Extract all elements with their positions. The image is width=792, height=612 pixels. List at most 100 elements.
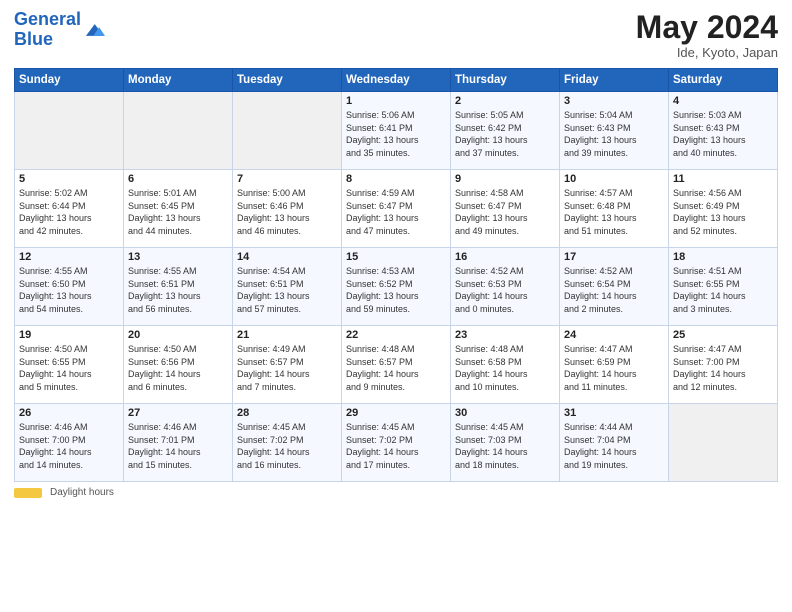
day-info: Sunrise: 4:47 AM Sunset: 7:00 PM Dayligh… [673,343,773,393]
day-number: 5 [19,173,119,185]
day-number: 14 [237,251,337,263]
calendar-week-row: 1 Sunrise: 5:06 AM Sunset: 6:41 PM Daylig… [15,92,778,170]
calendar-cell: 26 Sunrise: 4:46 AM Sunset: 7:00 PM Dayli… [15,404,124,482]
day-number: 1 [346,95,446,107]
day-number: 18 [673,251,773,263]
day-number: 17 [564,251,664,263]
calendar-cell: 19 Sunrise: 4:50 AM Sunset: 6:55 PM Dayli… [15,326,124,404]
day-info: Sunrise: 4:55 AM Sunset: 6:51 PM Dayligh… [128,265,228,315]
calendar-cell: 31 Sunrise: 4:44 AM Sunset: 7:04 PM Dayli… [560,404,669,482]
day-info: Sunrise: 4:45 AM Sunset: 7:02 PM Dayligh… [237,421,337,471]
calendar-week-row: 19 Sunrise: 4:50 AM Sunset: 6:55 PM Dayli… [15,326,778,404]
calendar-cell: 12Sunrise: 4:55 AM Sunset: 6:50 PM Dayli… [15,248,124,326]
calendar-cell [15,92,124,170]
calendar-cell: 23Sunrise: 4:48 AM Sunset: 6:58 PM Dayli… [451,326,560,404]
logo-text: GeneralBlue [14,10,81,50]
title-block: May 2024 Ide, Kyoto, Japan [636,10,778,60]
calendar-week-row: 26 Sunrise: 4:46 AM Sunset: 7:00 PM Dayli… [15,404,778,482]
day-info: Sunrise: 5:02 AM Sunset: 6:44 PM Dayligh… [19,187,119,237]
day-info: Sunrise: 4:45 AM Sunset: 7:02 PM Dayligh… [346,421,446,471]
calendar-cell: 25Sunrise: 4:47 AM Sunset: 7:00 PM Dayli… [669,326,778,404]
day-info: Sunrise: 4:57 AM Sunset: 6:48 PM Dayligh… [564,187,664,237]
day-number: 27 [128,407,228,419]
calendar-cell: 30 Sunrise: 4:45 AM Sunset: 7:03 PM Dayli… [451,404,560,482]
day-number: 11 [673,173,773,185]
daylight-label: Daylight hours [50,487,114,498]
day-number: 26 [19,407,119,419]
day-number: 13 [128,251,228,263]
calendar-cell: 14 Sunrise: 4:54 AM Sunset: 6:51 PM Dayli… [233,248,342,326]
day-info: Sunrise: 4:50 AM Sunset: 6:55 PM Dayligh… [19,343,119,393]
day-number: 8 [346,173,446,185]
day-number: 21 [237,329,337,341]
day-number: 29 [346,407,446,419]
calendar-cell: 27 Sunrise: 4:46 AM Sunset: 7:01 PM Dayli… [124,404,233,482]
day-of-week-header: Saturday [669,69,778,92]
day-number: 31 [564,407,664,419]
calendar-cell [233,92,342,170]
calendar-cell: 22 Sunrise: 4:48 AM Sunset: 6:57 PM Dayli… [342,326,451,404]
day-info: Sunrise: 5:04 AM Sunset: 6:43 PM Dayligh… [564,109,664,159]
day-info: Sunrise: 4:48 AM Sunset: 6:57 PM Dayligh… [346,343,446,393]
day-of-week-header: Wednesday [342,69,451,92]
day-number: 3 [564,95,664,107]
day-info: Sunrise: 4:46 AM Sunset: 7:01 PM Dayligh… [128,421,228,471]
day-number: 20 [128,329,228,341]
day-info: Sunrise: 4:52 AM Sunset: 6:54 PM Dayligh… [564,265,664,315]
day-info: Sunrise: 4:59 AM Sunset: 6:47 PM Dayligh… [346,187,446,237]
calendar-week-row: 12Sunrise: 4:55 AM Sunset: 6:50 PM Dayli… [15,248,778,326]
calendar-cell: 1 Sunrise: 5:06 AM Sunset: 6:41 PM Daylig… [342,92,451,170]
day-info: Sunrise: 4:46 AM Sunset: 7:00 PM Dayligh… [19,421,119,471]
day-number: 22 [346,329,446,341]
day-info: Sunrise: 5:03 AM Sunset: 6:43 PM Dayligh… [673,109,773,159]
day-of-week-header: Tuesday [233,69,342,92]
calendar-cell: 5 Sunrise: 5:02 AM Sunset: 6:44 PM Daylig… [15,170,124,248]
logo-icon [83,19,105,41]
day-info: Sunrise: 4:52 AM Sunset: 6:53 PM Dayligh… [455,265,555,315]
calendar-cell: 2 Sunrise: 5:05 AM Sunset: 6:42 PM Daylig… [451,92,560,170]
calendar-cell [669,404,778,482]
day-info: Sunrise: 5:01 AM Sunset: 6:45 PM Dayligh… [128,187,228,237]
day-number: 23 [455,329,555,341]
calendar-cell: 16 Sunrise: 4:52 AM Sunset: 6:53 PM Dayli… [451,248,560,326]
day-info: Sunrise: 4:51 AM Sunset: 6:55 PM Dayligh… [673,265,773,315]
calendar-cell: 4Sunrise: 5:03 AM Sunset: 6:43 PM Daylig… [669,92,778,170]
day-number: 30 [455,407,555,419]
day-of-week-header: Monday [124,69,233,92]
day-number: 19 [19,329,119,341]
calendar-cell: 13 Sunrise: 4:55 AM Sunset: 6:51 PM Dayli… [124,248,233,326]
day-info: Sunrise: 4:54 AM Sunset: 6:51 PM Dayligh… [237,265,337,315]
day-info: Sunrise: 4:53 AM Sunset: 6:52 PM Dayligh… [346,265,446,315]
day-number: 12 [19,251,119,263]
day-number: 2 [455,95,555,107]
day-info: Sunrise: 5:05 AM Sunset: 6:42 PM Dayligh… [455,109,555,159]
day-of-week-header: Sunday [15,69,124,92]
day-info: Sunrise: 4:44 AM Sunset: 7:04 PM Dayligh… [564,421,664,471]
day-info: Sunrise: 5:06 AM Sunset: 6:41 PM Dayligh… [346,109,446,159]
page: GeneralBlue May 2024 Ide, Kyoto, Japan S… [0,0,792,612]
day-info: Sunrise: 4:58 AM Sunset: 6:47 PM Dayligh… [455,187,555,237]
calendar-cell: 8 Sunrise: 4:59 AM Sunset: 6:47 PM Daylig… [342,170,451,248]
calendar-table: SundayMondayTuesdayWednesdayThursdayFrid… [14,68,778,482]
day-info: Sunrise: 4:49 AM Sunset: 6:57 PM Dayligh… [237,343,337,393]
calendar-cell: 21 Sunrise: 4:49 AM Sunset: 6:57 PM Dayli… [233,326,342,404]
calendar-week-row: 5 Sunrise: 5:02 AM Sunset: 6:44 PM Daylig… [15,170,778,248]
daylight-bar-icon [14,488,42,498]
day-info: Sunrise: 4:45 AM Sunset: 7:03 PM Dayligh… [455,421,555,471]
calendar-cell: 6 Sunrise: 5:01 AM Sunset: 6:45 PM Daylig… [124,170,233,248]
day-number: 16 [455,251,555,263]
calendar-cell: 24 Sunrise: 4:47 AM Sunset: 6:59 PM Dayli… [560,326,669,404]
day-number: 6 [128,173,228,185]
day-number: 10 [564,173,664,185]
calendar-cell: 29 Sunrise: 4:45 AM Sunset: 7:02 PM Dayli… [342,404,451,482]
day-info: Sunrise: 4:47 AM Sunset: 6:59 PM Dayligh… [564,343,664,393]
calendar-cell: 18 Sunrise: 4:51 AM Sunset: 6:55 PM Dayli… [669,248,778,326]
calendar-cell: 7Sunrise: 5:00 AM Sunset: 6:46 PM Daylig… [233,170,342,248]
day-info: Sunrise: 5:00 AM Sunset: 6:46 PM Dayligh… [237,187,337,237]
day-number: 15 [346,251,446,263]
month-title: May 2024 [636,10,778,45]
calendar-cell: 15 Sunrise: 4:53 AM Sunset: 6:52 PM Dayli… [342,248,451,326]
day-number: 24 [564,329,664,341]
calendar-cell: 28Sunrise: 4:45 AM Sunset: 7:02 PM Dayli… [233,404,342,482]
calendar-cell [124,92,233,170]
